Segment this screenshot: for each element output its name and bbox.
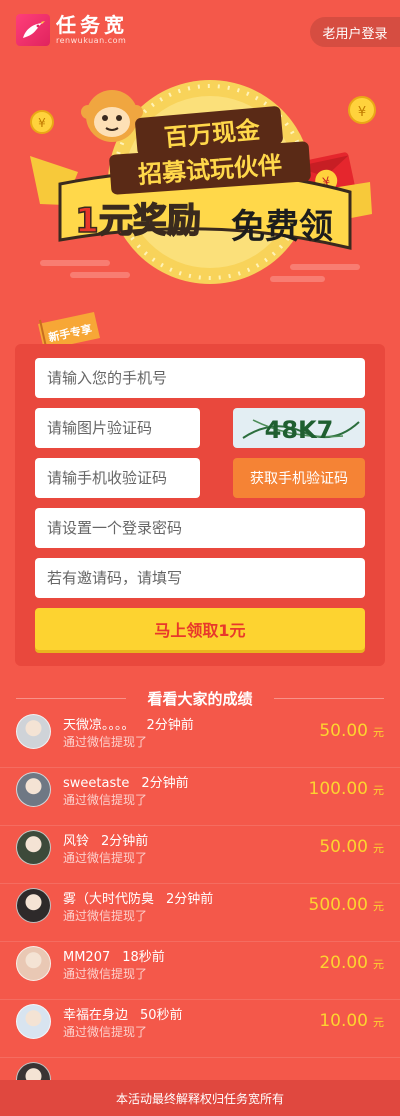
user-name: MM207 (63, 950, 111, 965)
image-code-input[interactable] (35, 408, 200, 448)
time-ago: 2分钟前 (101, 834, 149, 849)
avatar (16, 946, 51, 981)
time-ago: 2分钟前 (166, 892, 214, 907)
bird-logo-icon (16, 14, 50, 46)
avatar (16, 714, 51, 749)
footer-notice: 本活动最终解释权归任务宽所有 (0, 1080, 400, 1116)
results-title: 看看大家的成绩 (0, 688, 400, 709)
user-name: 雾（大时代防臭 (63, 892, 155, 907)
amount: 50.00 (319, 721, 368, 741)
amount-unit: 元 (373, 958, 384, 971)
amount-unit: 元 (373, 1016, 384, 1029)
user-name: 天微凉。。。。 (63, 718, 135, 733)
avatar (16, 1062, 51, 1080)
amount: 10.00 (319, 1011, 368, 1031)
amount: 100.00 (308, 779, 368, 799)
svg-text:¥: ¥ (38, 116, 46, 130)
list-item: sweetaste 2分钟前 通过微信提现了 100.00 元 (0, 768, 400, 826)
withdraw-desc: 通过微信提现了 (63, 1025, 148, 1039)
coin-right-icon: ¥ (348, 96, 376, 124)
old-user-login-button[interactable]: 老用户登录 (310, 17, 400, 47)
amount-unit: 元 (373, 842, 384, 855)
promo-banner: ¥ ¥ ¥ 百万现金 招募试玩伙伴 1元奖励 免费领 (0, 64, 400, 330)
amount-unit: 元 (373, 784, 384, 797)
results-list: 天微凉。。。。 2分钟前 通过微信提现了 50.00 元 sweetaste 2分钟前… (0, 710, 400, 1080)
get-sms-code-button[interactable]: 获取手机验证码 (233, 458, 365, 498)
captcha-image[interactable]: 48K7 (233, 408, 365, 448)
list-item: 幸福在身边 50秒前 通过微信提现了 10.00 元 (0, 1000, 400, 1058)
avatar (16, 888, 51, 923)
time-ago: 2分钟前 (146, 718, 194, 733)
password-input[interactable] (35, 508, 365, 548)
withdraw-desc: 通过微信提现了 (63, 735, 148, 749)
time-ago: 2分钟前 (141, 776, 189, 791)
list-item: 雾（大时代防臭 2分钟前 通过微信提现了 500.00 元 (0, 884, 400, 942)
amount: 50.00 (319, 837, 368, 857)
logo[interactable]: 任务宽 renwukuan.com (16, 14, 128, 46)
banner-line3-a: 1元奖励 (75, 201, 201, 241)
withdraw-desc: 通过微信提现了 (63, 909, 148, 923)
coin-left-icon: ¥ (30, 110, 54, 134)
amount-unit: 元 (373, 726, 384, 739)
avatar (16, 1004, 51, 1039)
register-form: 48K7 获取手机验证码 马上领取1元 (15, 344, 385, 666)
user-name: 风铃 (63, 834, 90, 849)
list-item (0, 1058, 400, 1080)
user-name: 幸福在身边 (63, 1008, 129, 1023)
time-ago: 18秒前 (122, 950, 165, 965)
withdraw-desc: 通过微信提现了 (63, 967, 148, 981)
list-item: 风铃 2分钟前 通过微信提现了 50.00 元 (0, 826, 400, 884)
amount-unit: 元 (373, 900, 384, 913)
withdraw-desc: 通过微信提现了 (63, 793, 148, 807)
list-item: 天微凉。。。。 2分钟前 通过微信提现了 50.00 元 (0, 710, 400, 768)
time-ago: 50秒前 (140, 1008, 183, 1023)
logo-title: 任务宽 (56, 13, 128, 37)
amount: 500.00 (308, 895, 368, 915)
amount: 20.00 (319, 953, 368, 973)
user-name: sweetaste (63, 776, 130, 791)
list-item: MM207 18秒前 通过微信提现了 20.00 元 (0, 942, 400, 1000)
header: 任务宽 renwukuan.com 老用户登录 (0, 0, 400, 64)
avatar (16, 772, 51, 807)
captcha-text: 48K7 (265, 416, 334, 444)
avatar (16, 830, 51, 865)
withdraw-desc: 通过微信提现了 (63, 851, 148, 865)
phone-input[interactable] (35, 358, 365, 398)
logo-domain: renwukuan.com (56, 36, 127, 45)
banner-line3-b: 免费领 (231, 207, 333, 247)
claim-submit-button[interactable]: 马上领取1元 (35, 608, 365, 650)
invite-code-input[interactable] (35, 558, 365, 598)
svg-text:¥: ¥ (358, 105, 366, 120)
sms-code-input[interactable] (35, 458, 200, 498)
